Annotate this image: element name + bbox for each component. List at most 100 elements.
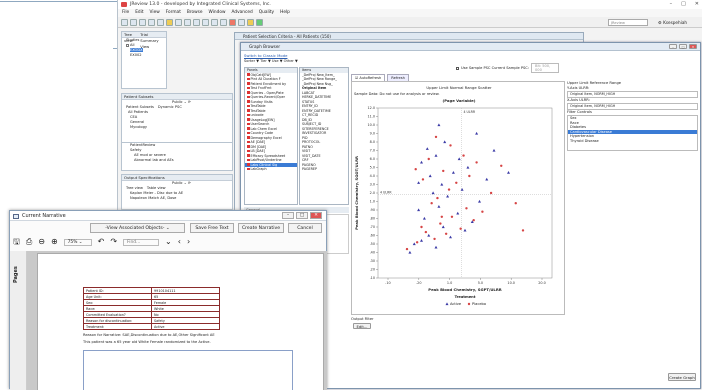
tab-trial-summary[interactable]: Trial Summary View: [140, 32, 166, 49]
user-name[interactable]: ⚙ Ksespehiah: [658, 19, 687, 26]
panel-icon: [247, 104, 250, 107]
cancel-button[interactable]: Cancel: [288, 223, 322, 233]
find-input[interactable]: Find...: [123, 238, 160, 246]
report-icon[interactable]: [193, 19, 200, 26]
refresh-icon[interactable]: [238, 19, 245, 26]
placebo-point: [415, 241, 419, 244]
add-icon[interactable]: [256, 19, 263, 26]
chevron-down-icon[interactable]: ⌄: [165, 238, 172, 246]
undo-icon[interactable]: ↶: [98, 238, 105, 246]
new-icon[interactable]: [121, 19, 128, 26]
placebo-point: [500, 164, 503, 167]
star-icon[interactable]: [247, 19, 254, 26]
subset-item[interactable]: Mycology: [122, 125, 232, 130]
maximize-icon[interactable]: □: [681, 0, 686, 9]
sql-icon[interactable]: [202, 19, 209, 26]
menu-edit[interactable]: Edit: [135, 9, 143, 17]
narrative-maximize-button[interactable]: □: [296, 212, 308, 219]
y-tick-label: .40: [370, 251, 375, 255]
narrative-close-button[interactable]: ✕: [310, 212, 322, 219]
study-item[interactable]: EX002: [122, 53, 166, 58]
create-narrative-button[interactable]: Create Narrative: [238, 223, 284, 233]
panel-icon: [247, 73, 250, 76]
field-label: Treatment:: [83, 323, 152, 330]
menu-browse[interactable]: Browse: [187, 9, 203, 17]
menu-file[interactable]: File: [122, 9, 129, 17]
subset-item[interactable]: Abnormal lab and AEs: [122, 158, 232, 163]
use-sample-label: Use Sample PSC Current Sample PSC:: [461, 66, 529, 70]
app-search-input[interactable]: JReview: [608, 19, 648, 26]
yaxis-ulrr-select[interactable]: Original Item, NORM_HIGH: [567, 91, 698, 98]
save-icon[interactable]: 🖫: [13, 238, 20, 246]
panel-icon: [247, 100, 250, 103]
panel-icon: [247, 91, 250, 94]
patient-icon[interactable]: [211, 19, 218, 26]
lab-icon[interactable]: [220, 19, 227, 26]
associated-objects-select[interactable]: -View Associated Objects- ⌄: [90, 223, 185, 233]
filter-icon[interactable]: [166, 19, 173, 26]
x-axis-label: Peak Blood Chemistry, SGPT/ULRR: [428, 287, 501, 292]
menu-quality[interactable]: Quality: [259, 9, 274, 17]
menu-format[interactable]: Format: [166, 9, 181, 17]
redo-icon[interactable]: ↷: [110, 238, 117, 246]
y-tick-label: 1.0: [370, 200, 375, 204]
tab-tree-view[interactable]: Tree view: [124, 32, 136, 43]
zoom-out-icon[interactable]: ⊖: [38, 238, 45, 246]
gb-close-button[interactable]: ✕: [689, 44, 697, 49]
edit-button[interactable]: Edit...: [353, 323, 371, 329]
zoom-in-icon[interactable]: ⊕: [51, 238, 58, 246]
narrative-window-controls: – □ ✕: [282, 212, 322, 219]
export-icon[interactable]: [157, 19, 164, 26]
gb-minimize-button[interactable]: –: [669, 44, 677, 49]
filter-list: Sex Race Diabetes Cardiovascular Disease…: [567, 115, 698, 151]
y-tick-label: 8.0: [370, 140, 375, 144]
graph-filter-bar[interactable]: Sorter ▼ Tier ▼ Use ▼ Other ▼: [244, 59, 298, 63]
table-icon[interactable]: [175, 19, 182, 26]
pages-sidebar[interactable]: Pages: [10, 251, 27, 390]
placebo-point: [514, 202, 517, 205]
menu-advanced[interactable]: Advanced: [232, 9, 253, 17]
panel-icon: [247, 82, 250, 85]
menu-view[interactable]: View: [150, 9, 160, 17]
placebo-point: [442, 169, 445, 173]
minimize-icon[interactable]: –: [670, 0, 673, 9]
sample-psc-input[interactable]: Blt: 500, 000: [531, 63, 559, 73]
filter-item[interactable]: Thyroid Disease: [568, 139, 697, 144]
placebo-point: [459, 227, 462, 230]
y-tick-label: 9.0: [370, 132, 375, 136]
placebo-point: [449, 144, 452, 147]
gb-maximize-button[interactable]: □: [679, 44, 687, 49]
create-graph-button[interactable]: Create Graph: [668, 373, 696, 381]
stop-icon[interactable]: [229, 19, 236, 26]
panel-item[interactable]: LabGraph: [245, 167, 297, 172]
panel-icon: [247, 154, 250, 157]
prev-icon[interactable]: ‹: [178, 238, 181, 246]
y-tick-label: 5.0: [370, 166, 375, 170]
save-icon[interactable]: [139, 19, 146, 26]
narrative-minimize-button[interactable]: –: [282, 212, 294, 219]
panel-icon: [247, 118, 250, 121]
print-icon[interactable]: [148, 19, 155, 26]
menu-help[interactable]: Help: [280, 9, 290, 17]
next-icon[interactable]: ›: [187, 238, 190, 246]
panel-icon: [247, 149, 250, 152]
free-text-box[interactable]: [83, 350, 293, 390]
switch-classic-link[interactable]: Switch to Classic Mode: [244, 53, 287, 58]
xaxis-ulrr-select[interactable]: Original Item, NORM_HIGH: [567, 103, 698, 110]
tab-dynamic-psc[interactable]: Dynamic PSC: [158, 105, 182, 110]
save-free-text-button[interactable]: Save Free Text: [190, 223, 234, 233]
placebo-point: [521, 229, 525, 232]
narrative-title: Current Narrative: [22, 213, 66, 219]
panel-icon: [247, 158, 250, 161]
menu-window[interactable]: Window: [209, 9, 226, 17]
graph-icon[interactable]: [184, 19, 191, 26]
close-icon[interactable]: ✕: [695, 0, 699, 9]
output-item[interactable]: Napoleon Match AE, Dose: [122, 196, 232, 201]
x-tick-label: .10: [385, 281, 390, 285]
y-tick-label: 4.0: [370, 174, 375, 178]
open-icon[interactable]: [130, 19, 137, 26]
print-icon[interactable]: ⎙: [26, 238, 32, 246]
use-sample-checkbox[interactable]: [456, 66, 459, 70]
item-entry[interactable]: PAGEREP: [300, 167, 348, 172]
zoom-select[interactable]: 75% ⌄: [63, 238, 92, 246]
